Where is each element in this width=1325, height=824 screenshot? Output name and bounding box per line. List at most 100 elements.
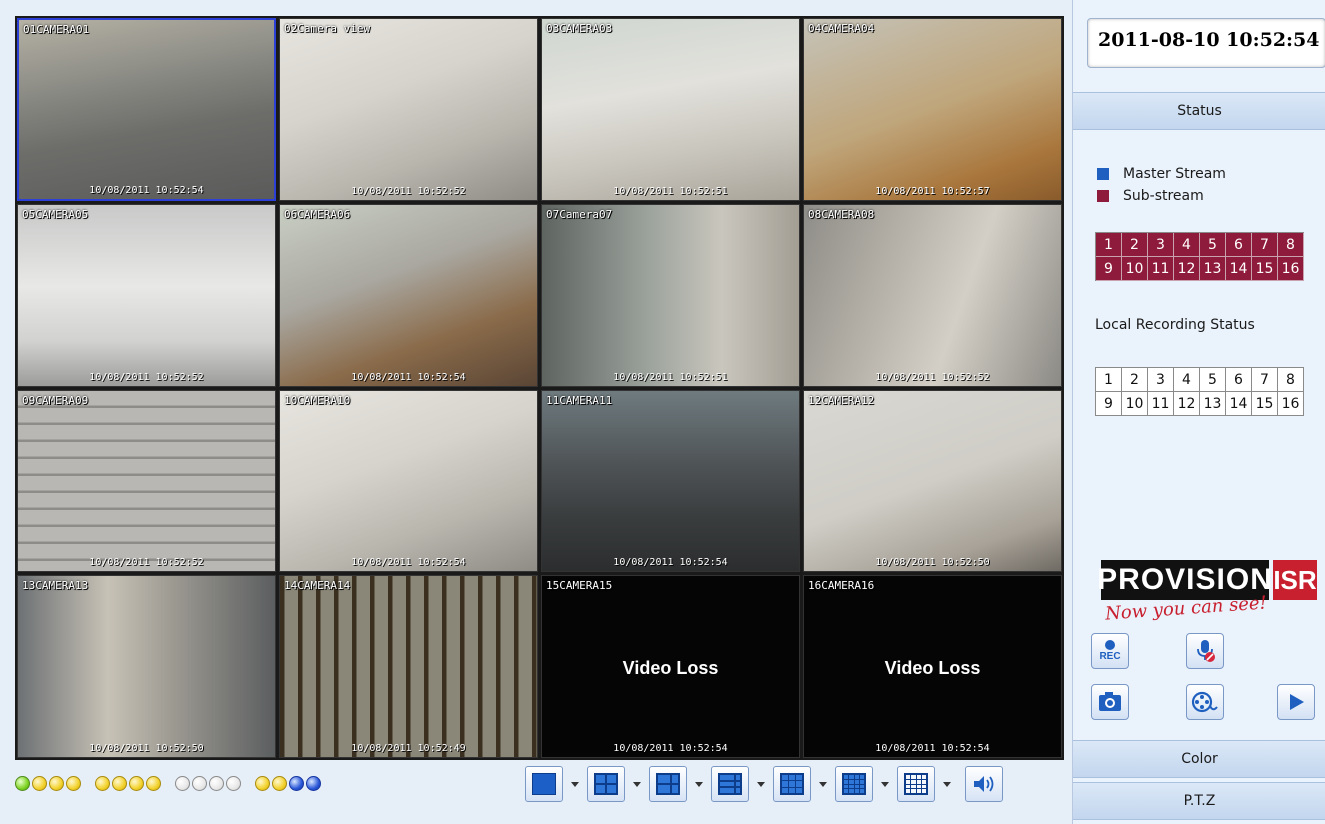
channel-status-dot	[32, 776, 47, 791]
layout-sixteen-button[interactable]	[897, 766, 935, 802]
channel-status-dot	[129, 776, 144, 791]
camera-tile[interactable]: 15CAMERA15 Video Loss 10/08/2011 10:52:54	[541, 575, 800, 758]
layout-grid-icon	[842, 773, 866, 795]
camera-tile[interactable]: 03CAMERA03 10/08/2011 10:52:51	[541, 18, 800, 201]
camera-tile[interactable]: 01CAMERA01 10/08/2011 10:52:54	[17, 18, 276, 201]
snapshot-button[interactable]	[1091, 684, 1129, 720]
sub-stream-swatch	[1097, 190, 1109, 202]
layout-grid-icon	[532, 773, 556, 795]
layout-switcher	[525, 766, 1003, 802]
channel-status-dot	[49, 776, 64, 791]
chevron-down-icon[interactable]	[695, 781, 703, 787]
chevron-down-icon[interactable]	[819, 781, 827, 787]
color-header[interactable]: Color	[1073, 740, 1325, 778]
camera-tile[interactable]: 05CAMERA05 10/08/2011 10:52:52	[17, 203, 276, 387]
camera-tile[interactable]: 12CAMERA12 10/08/2011 10:52:50	[803, 389, 1062, 573]
channel-status-dot	[95, 776, 110, 791]
camera-feed-image	[542, 204, 799, 386]
camera-label: 01CAMERA01	[23, 23, 90, 36]
video-loss-text: Video Loss	[884, 657, 981, 678]
channel-status-dot	[209, 776, 224, 791]
channel-status-dot	[175, 776, 190, 791]
camera-timestamp: 10/08/2011 10:52:54	[351, 557, 466, 569]
status-header[interactable]: Status	[1073, 92, 1325, 130]
camera-tile[interactable]: 07Camera07 10/08/2011 10:52:51	[541, 203, 800, 387]
status-header-label: Status	[1177, 103, 1222, 119]
ptz-header[interactable]: P.T.Z	[1073, 782, 1325, 820]
layout-six-button[interactable]	[649, 766, 687, 802]
camera-timestamp: 10/08/2011 10:52:52	[89, 371, 204, 383]
camera-tile[interactable]: 09CAMERA09 10/08/2011 10:52:52	[17, 389, 276, 573]
camera-feed-image	[804, 204, 1061, 386]
camera-label: 12CAMERA12	[808, 393, 875, 407]
channel-dot-group	[95, 776, 161, 791]
camera-tile[interactable]: 11CAMERA11 10/08/2011 10:52:54	[541, 389, 800, 573]
camera-timestamp: 10/08/2011 10:52:54	[351, 371, 466, 383]
stream-channel-cell: 1	[1096, 233, 1122, 257]
camera-tile[interactable]: 06CAMERA06 10/08/2011 10:52:54	[279, 203, 538, 387]
channel-dot-group	[175, 776, 241, 791]
camera-tile[interactable]: 04CAMERA04 10/08/2011 10:52:57	[803, 18, 1062, 201]
chevron-down-icon[interactable]	[757, 781, 765, 787]
chevron-down-icon[interactable]	[633, 781, 641, 787]
recording-channel-cell: 9	[1096, 392, 1122, 416]
bottom-toolbar	[15, 762, 1064, 818]
chevron-down-icon[interactable]	[943, 781, 951, 787]
recording-channel-cell: 10	[1122, 392, 1148, 416]
camera-label: 08CAMERA08	[808, 207, 875, 221]
microphone-icon	[1197, 640, 1215, 662]
layout-one-button[interactable]	[525, 766, 563, 802]
camera-tile[interactable]: 02Camera view 10/08/2011 10:52:52	[279, 18, 538, 201]
record-button[interactable]: REC	[1091, 633, 1129, 669]
talkback-button[interactable]	[1186, 633, 1224, 669]
camera-timestamp: 10/08/2011 10:52:50	[875, 557, 990, 569]
camera-icon	[1099, 692, 1121, 711]
channel-status-dot	[192, 776, 207, 791]
camera-feed-image	[18, 576, 275, 757]
recording-status-grid: 1 2 3 4 5 6 7 8 9 10 11 12 13 14 15 16	[1095, 367, 1304, 416]
camera-tile[interactable]: 10CAMERA10 10/08/2011 10:52:54	[279, 389, 538, 573]
recording-channel-cell: 16	[1278, 392, 1304, 416]
stream-channel-cell: 2	[1122, 233, 1148, 257]
layout-eight-button[interactable]	[711, 766, 749, 802]
chevron-down-icon[interactable]	[571, 781, 579, 787]
layout-grid-icon	[656, 773, 680, 795]
recording-channel-cell: 13	[1200, 392, 1226, 416]
layout-four-button[interactable]	[587, 766, 625, 802]
channel-dot-group	[15, 776, 81, 791]
camera-feed-image	[19, 20, 274, 199]
camera-feed-image	[280, 390, 537, 572]
camera-tile[interactable]: 13CAMERA13 10/08/2011 10:52:50	[17, 575, 276, 758]
play-button[interactable]	[1277, 684, 1315, 720]
logo-isr: ISR	[1273, 560, 1317, 600]
camera-label: 06CAMERA06	[284, 207, 351, 221]
film-reel-icon	[1191, 691, 1218, 713]
recording-channel-cell: 2	[1122, 368, 1148, 392]
layout-thirteen-button[interactable]	[835, 766, 873, 802]
stream-channel-cell: 15	[1252, 257, 1278, 281]
camera-tile[interactable]: 14CAMERA14 10/08/2011 10:52:49	[279, 575, 538, 758]
camera-tile[interactable]: 16CAMERA16 Video Loss 10/08/2011 10:52:54	[803, 575, 1062, 758]
stream-channel-cell: 6	[1226, 233, 1252, 257]
video-grid: 01CAMERA01 10/08/2011 10:52:54 02Camera vi…	[15, 16, 1064, 760]
recording-channel-cell: 3	[1148, 368, 1174, 392]
audio-button[interactable]	[965, 766, 1003, 802]
camera-timestamp: 10/08/2011 10:52:52	[351, 185, 466, 197]
camera-label: 13CAMERA13	[22, 579, 89, 593]
chevron-down-icon[interactable]	[881, 781, 889, 787]
layout-grid-icon	[594, 773, 618, 795]
stream-legend: Master Stream Sub-stream	[1097, 163, 1226, 207]
layout-nine-button[interactable]	[773, 766, 811, 802]
recording-channel-cell: 1	[1096, 368, 1122, 392]
camera-label: 05CAMERA05	[22, 207, 89, 221]
camera-timestamp: 10/08/2011 10:52:50	[89, 743, 204, 754]
local-recording-title: Local Recording Status	[1095, 317, 1255, 333]
channel-status-dot	[15, 776, 30, 791]
stream-channel-cell: 13	[1200, 257, 1226, 281]
recording-channel-cell: 4	[1174, 368, 1200, 392]
provision-isr-logo: PROVISION ISR Now you can see!	[1097, 560, 1321, 630]
playback-button[interactable]	[1186, 684, 1224, 720]
datetime-text: 2011-08-10 10:52:54	[1098, 29, 1320, 51]
legend-master: Master Stream	[1097, 163, 1226, 185]
camera-tile[interactable]: 08CAMERA08 10/08/2011 10:52:52	[803, 203, 1062, 387]
